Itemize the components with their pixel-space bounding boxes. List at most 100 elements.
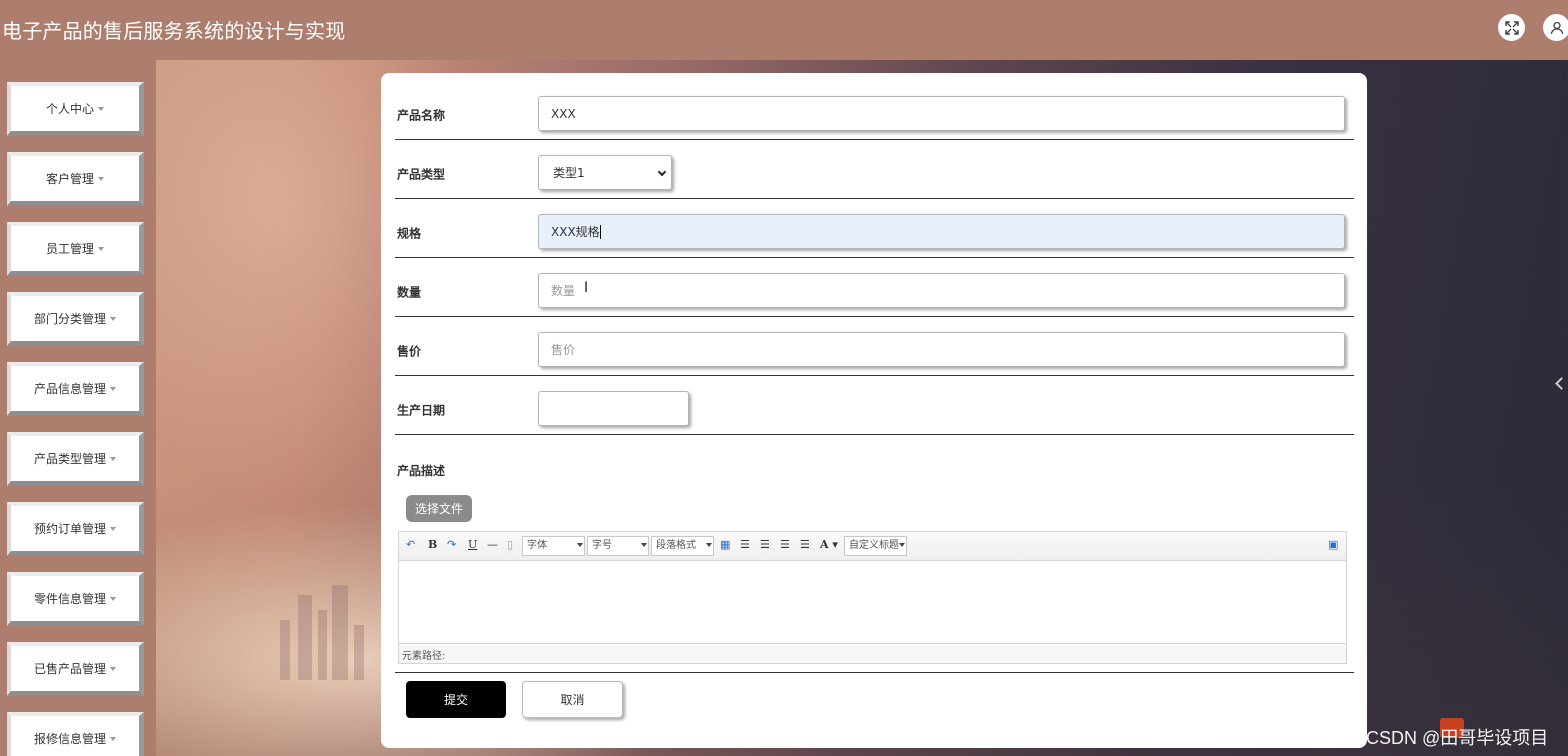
align-justify-icon[interactable]: ☰ [800,538,810,551]
field-label: 生产日期 [397,403,446,418]
product-form-card: 产品名称 XXX 产品类型 类型1 规格 XXX规格 数量 数量 售价 售价 生… [381,73,1367,748]
field-label: 售价 [397,344,422,359]
text-cursor-icon: I [584,280,589,296]
editor-toolbar: ↶ B ↷ U — ▯ 字体 字号 段落格式 ▦ ☰ ☰ ☰ ☰ A ▾ 自定义… [399,532,1346,561]
input-placeholder: 售价 [551,343,576,357]
align-center-icon[interactable]: ☰ [780,538,790,551]
form-row-date: 生产日期 [395,376,1354,435]
caret-down-icon [98,176,104,181]
sidebar-item-product-info[interactable]: 产品信息管理 [7,362,144,416]
user-button[interactable] [1543,14,1568,41]
page-icon[interactable]: ▯ [507,538,513,551]
product-type-select[interactable]: 类型1 [538,155,672,190]
side-drawer-toggle[interactable] [1543,335,1568,435]
input-value: XXX [551,106,576,121]
paragraph-format-select[interactable]: 段落格式 [651,536,714,556]
select-value: 字体 [527,540,547,551]
sidebar-item-label: 零件信息管理 [33,592,106,606]
choose-file-button[interactable]: 选择文件 [406,495,472,522]
caret-down-icon [706,543,712,547]
price-input[interactable]: 售价 [538,332,1345,367]
form-row-name: 产品名称 XXX [395,81,1354,140]
form-row-type: 产品类型 类型1 [395,140,1354,199]
description-label: 产品描述 [397,464,446,478]
sidebar-item-label: 个人中心 [45,102,94,116]
top-header: 电子产品的售后服务系统的设计与实现 [0,0,1568,60]
field-label: 产品名称 [397,108,446,123]
sidebar-item-label: 报修信息管理 [33,732,106,746]
sidebar-item-sold-products[interactable]: 已售产品管理 [7,642,144,696]
field-label: 数量 [397,285,422,300]
table-icon[interactable]: ▦ [720,538,730,551]
input-placeholder: 数量 [551,284,576,298]
select-value: 类型1 [553,166,585,180]
undo-icon[interactable]: ↶ [406,538,415,551]
form-row-price: 售价 售价 [395,317,1354,376]
sidebar-item-label: 产品类型管理 [33,452,106,466]
form-row-spec: 规格 XXX规格 [395,199,1354,258]
caret-down-icon [110,736,116,741]
bold-icon[interactable]: B [428,538,437,551]
sidebar-item-product-types[interactable]: 产品类型管理 [7,432,144,486]
editor-status-bar: 元素路径: [399,643,1346,663]
sidebar-item-employees[interactable]: 员工管理 [7,222,144,276]
chevron-down-icon [657,167,667,177]
font-color-icon[interactable]: A ▾ [820,538,838,551]
sidebar-item-label: 产品信息管理 [33,382,106,396]
caret-down-icon [110,386,116,391]
editor-content-area[interactable] [399,561,1346,643]
sidebar-item-label: 部门分类管理 [33,312,106,326]
watermark-text: CSDN @田哥毕设项目 [1366,728,1549,748]
font-size-select[interactable]: 字号 [587,536,649,556]
align-left-icon[interactable]: ☰ [740,538,750,551]
fullscreen-editor-icon[interactable]: ▣ [1328,538,1338,551]
sidebar-item-departments[interactable]: 部门分类管理 [7,292,144,346]
redo-icon[interactable]: ↷ [447,538,456,551]
caret-down-icon [98,106,104,111]
caret-down-icon [110,666,116,671]
sidebar-item-repairs[interactable]: 报修信息管理 [7,712,144,756]
horizontal-rule-icon[interactable]: — [487,538,498,551]
caret-down-icon [577,543,583,547]
app-title: 电子产品的售后服务系统的设计与实现 [2,19,346,43]
rich-text-editor: ↶ B ↷ U — ▯ 字体 字号 段落格式 ▦ ☰ ☰ ☰ ☰ A ▾ 自定义… [398,531,1347,664]
underline-icon[interactable]: U [468,538,477,551]
chevron-left-icon [1555,377,1568,390]
caret-down-icon [110,456,116,461]
form-row-quantity: 数量 数量 [395,258,1354,317]
user-icon [1550,21,1563,34]
spec-input[interactable]: XXX规格 [538,214,1345,249]
select-value: 字号 [592,540,612,551]
sidebar-item-label: 客户管理 [45,172,94,186]
sidebar: 个人中心 客户管理 员工管理 部门分类管理 产品信息管理 产品类型管理 预约订单… [0,60,156,756]
sidebar-item-customers[interactable]: 客户管理 [7,152,144,206]
custom-title-select[interactable]: 自定义标题 [844,536,907,556]
align-right-icon[interactable]: ☰ [760,538,770,551]
product-name-input[interactable]: XXX [538,96,1345,131]
submit-button[interactable]: 提交 [406,681,506,718]
sidebar-item-label: 预约订单管理 [33,522,106,536]
caret-down-icon [641,543,647,547]
divider [395,672,1354,673]
production-date-input[interactable] [538,391,689,426]
select-value: 自定义标题 [849,540,899,551]
font-family-select[interactable]: 字体 [522,536,585,556]
sidebar-item-label: 已售产品管理 [33,662,106,676]
sidebar-item-parts[interactable]: 零件信息管理 [7,572,144,626]
field-label: 产品类型 [397,167,446,182]
quantity-input[interactable]: 数量 [538,273,1345,308]
text-caret [599,224,601,239]
sidebar-item-appointments[interactable]: 预约订单管理 [7,502,144,556]
cancel-button[interactable]: 取消 [522,681,623,718]
field-label: 规格 [397,226,422,241]
element-path-label: 元素路径: [402,651,446,662]
input-value: XXX规格 [551,225,600,239]
caret-down-icon [110,596,116,601]
select-value: 段落格式 [656,540,696,551]
expand-icon [1504,20,1519,35]
caret-down-icon [899,543,905,547]
sidebar-item-personal-center[interactable]: 个人中心 [7,82,144,136]
caret-down-icon [98,246,104,251]
caret-down-icon [110,526,116,531]
fullscreen-button[interactable] [1498,14,1525,41]
